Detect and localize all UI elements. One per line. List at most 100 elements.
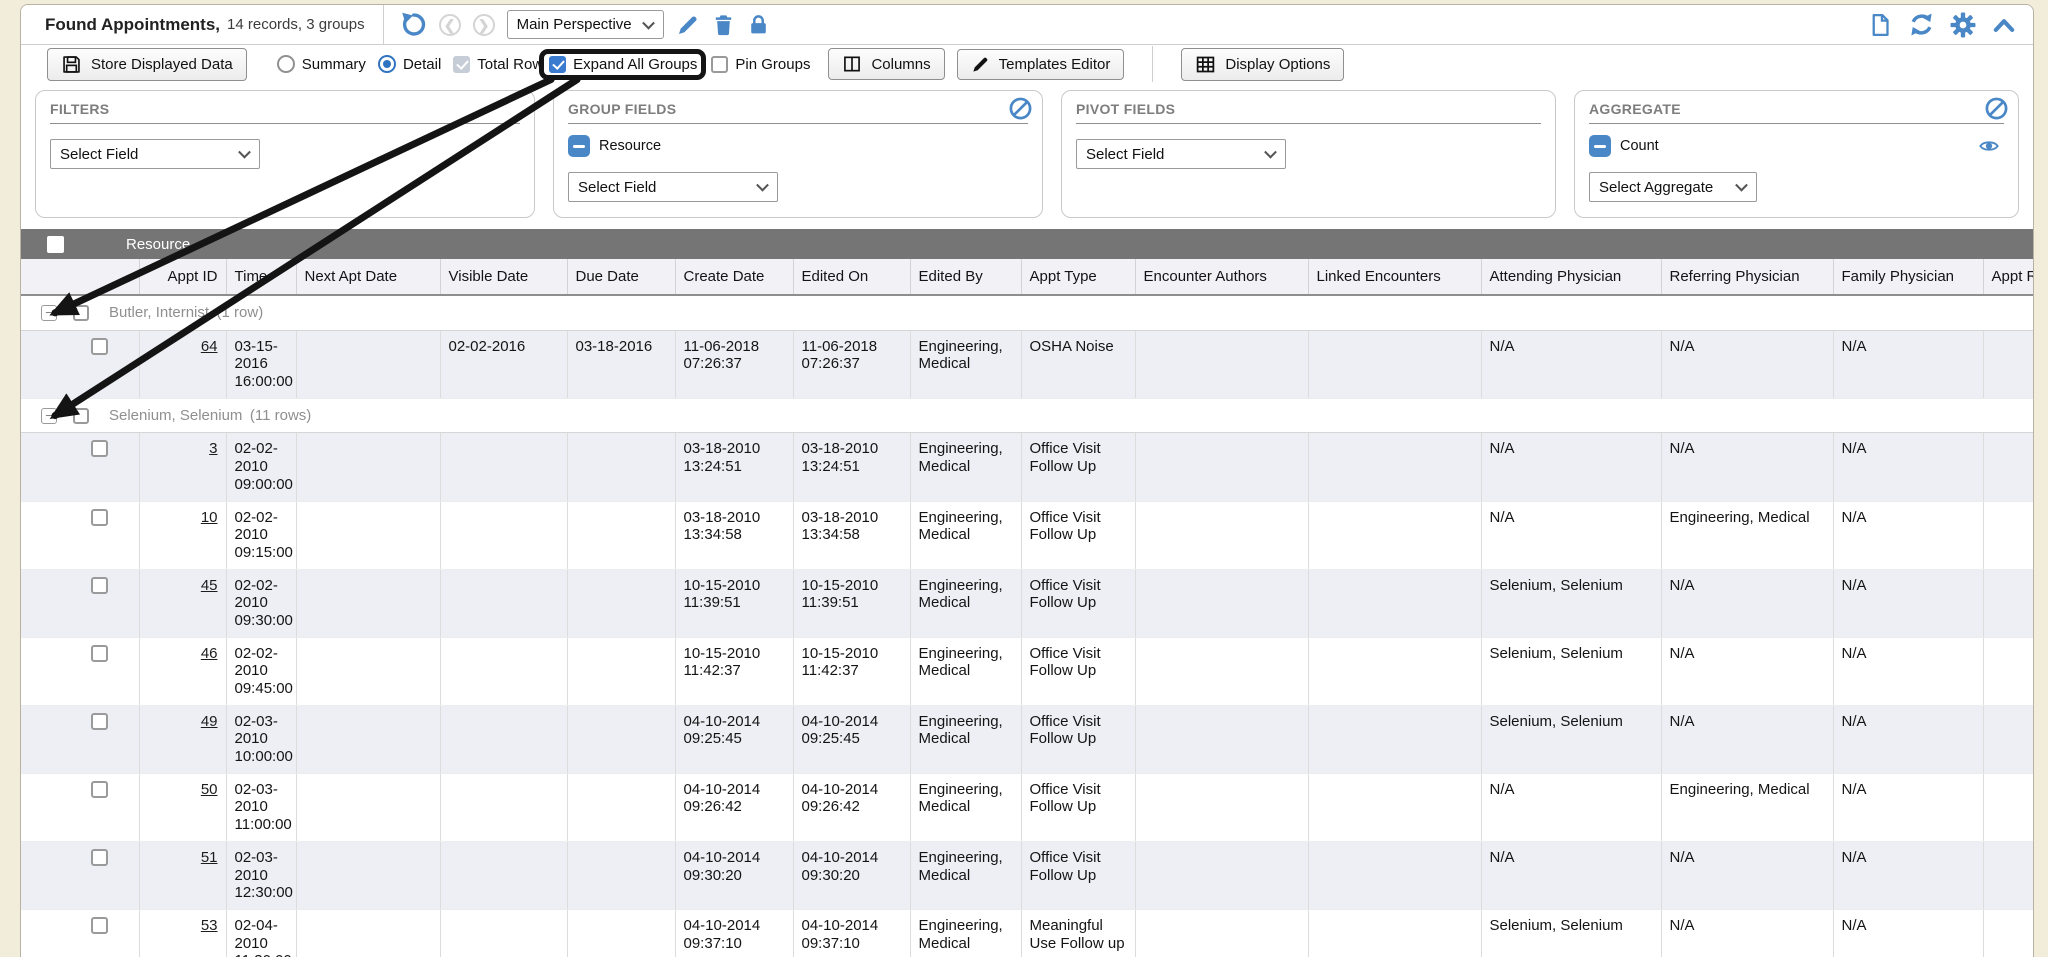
select-column-header[interactable]	[21, 259, 139, 295]
row-checkbox[interactable]	[91, 509, 108, 526]
remove-group-field-icon[interactable]	[568, 135, 590, 157]
appt-id-link[interactable]: 51	[201, 849, 218, 866]
column-header[interactable]: Next Apt Date	[296, 259, 440, 295]
summary-radio[interactable]	[277, 55, 295, 73]
appt-id-link[interactable]: 49	[201, 713, 218, 730]
group-collapse-toggle[interactable]: −	[41, 408, 57, 424]
page-title: Found Appointments,	[45, 15, 220, 35]
delete-perspective-icon[interactable]	[712, 13, 735, 37]
table-cell	[296, 433, 440, 501]
table-cell: N/A	[1661, 330, 1833, 398]
templates-editor-button[interactable]: Templates Editor	[957, 49, 1125, 80]
next-perspective-icon[interactable]: ❯	[473, 14, 495, 36]
row-checkbox[interactable]	[91, 781, 108, 798]
column-header[interactable]: Linked Encounters	[1308, 259, 1481, 295]
table-cell: Selenium, Selenium	[1481, 569, 1661, 637]
clear-group-fields-icon[interactable]	[1008, 96, 1033, 121]
table-cell: Engineering, Medical	[910, 637, 1021, 705]
row-checkbox[interactable]	[91, 645, 108, 662]
table-cell	[1983, 330, 2033, 398]
table-cell: 04-10-2014 09:37:10	[793, 909, 910, 957]
group-checkbox[interactable]	[73, 305, 89, 321]
row-checkbox[interactable]	[91, 440, 108, 457]
table-cell	[1308, 773, 1481, 841]
table-cell	[567, 841, 675, 909]
column-header[interactable]: Appt Type	[1021, 259, 1135, 295]
select-all-checkbox[interactable]	[47, 236, 64, 253]
column-header[interactable]: Appt Re	[1983, 259, 2033, 295]
expand-all-groups-checkbox[interactable]	[549, 56, 566, 73]
aggregate-select[interactable]: Select Aggregate	[1589, 172, 1757, 202]
column-header[interactable]: Family Physician	[1833, 259, 1983, 295]
table-cell	[1135, 501, 1308, 569]
appt-id-link[interactable]: 64	[201, 338, 218, 355]
row-checkbox[interactable]	[91, 577, 108, 594]
table-cell: 02-03-2010 11:00:00	[226, 773, 296, 841]
clear-aggregate-icon[interactable]	[1984, 96, 2009, 121]
eye-icon[interactable]	[1976, 135, 2002, 157]
appt-id-link[interactable]: 10	[201, 509, 218, 526]
column-header[interactable]: Create Date	[675, 259, 793, 295]
title-box: Found Appointments, 14 records, 3 groups	[21, 5, 384, 44]
column-header[interactable]: Appt ID	[139, 259, 226, 295]
appt-id-link[interactable]: 3	[209, 440, 217, 457]
prev-perspective-icon[interactable]: ❮	[439, 14, 461, 36]
pivot-field-select[interactable]: Select Field	[1076, 139, 1286, 169]
settings-gear-icon[interactable]	[1950, 12, 1976, 38]
group-checkbox[interactable]	[73, 408, 89, 424]
column-header[interactable]: Edited By	[910, 259, 1021, 295]
display-options-button[interactable]: Display Options	[1181, 48, 1344, 81]
appt-id-link[interactable]: 53	[201, 917, 218, 934]
group-field-select[interactable]: Select Field	[568, 172, 778, 202]
group-field-label: Resource	[599, 138, 661, 154]
table-row: 5302-04-2010 11:30:0004-10-2014 09:37:10…	[21, 909, 2033, 957]
main-panel: Found Appointments, 14 records, 3 groups…	[20, 4, 2034, 957]
detail-option[interactable]: Detail	[378, 55, 441, 73]
table-cell: N/A	[1661, 909, 1833, 957]
filters-panel: FILTERS Select Field	[35, 90, 535, 218]
table-cell: 04-10-2014 09:26:42	[793, 773, 910, 841]
row-checkbox[interactable]	[91, 713, 108, 730]
summary-option[interactable]: Summary	[277, 55, 366, 73]
perspective-select[interactable]: Main Perspective	[507, 10, 664, 39]
appt-id-link[interactable]: 50	[201, 781, 218, 798]
pin-groups-option[interactable]: Pin Groups	[711, 56, 810, 73]
table-cell	[1308, 569, 1481, 637]
column-header[interactable]: Attending Physician	[1481, 259, 1661, 295]
lock-perspective-icon[interactable]	[747, 13, 770, 37]
table-cell: 02-02-2010 09:00:00	[226, 433, 296, 501]
pin-groups-checkbox[interactable]	[711, 56, 728, 73]
column-header[interactable]: Referring Physician	[1661, 259, 1833, 295]
row-checkbox[interactable]	[91, 917, 108, 934]
expand-all-groups-option[interactable]: Expand All Groups	[549, 56, 697, 73]
group-label: Selenium, Selenium (11 rows)	[109, 407, 311, 425]
column-header[interactable]: Visible Date	[440, 259, 567, 295]
appt-id-link[interactable]: 45	[201, 577, 218, 594]
table-cell: Engineering, Medical	[910, 909, 1021, 957]
collapse-toolbar-icon[interactable]	[1991, 12, 2017, 38]
detail-radio[interactable]	[378, 55, 396, 73]
total-row-checkbox[interactable]	[453, 56, 470, 73]
edit-perspective-icon[interactable]	[676, 13, 700, 37]
table-cell	[1135, 909, 1308, 957]
table-cell	[567, 637, 675, 705]
row-checkbox[interactable]	[91, 849, 108, 866]
appt-id-link[interactable]: 46	[201, 645, 218, 662]
store-displayed-data-button[interactable]: Store Displayed Data	[47, 48, 247, 81]
columns-button[interactable]: Columns	[828, 48, 944, 80]
row-checkbox[interactable]	[91, 338, 108, 355]
total-row-option[interactable]: Total Row	[453, 56, 543, 73]
column-header[interactable]: Edited On	[793, 259, 910, 295]
group-collapse-toggle[interactable]: −	[41, 305, 57, 321]
table-cell	[1135, 773, 1308, 841]
refresh-icon[interactable]	[1908, 11, 1935, 38]
column-header[interactable]: Due Date	[567, 259, 675, 295]
filters-field-select[interactable]: Select Field	[50, 139, 260, 169]
export-document-icon[interactable]	[1868, 12, 1893, 38]
table-cell: 10-15-2010 11:42:37	[793, 637, 910, 705]
column-header[interactable]: Encounter Authors	[1135, 259, 1308, 295]
undo-icon[interactable]	[400, 11, 427, 38]
column-header[interactable]: Time	[226, 259, 296, 295]
table-cell	[1308, 841, 1481, 909]
remove-aggregate-icon[interactable]	[1589, 135, 1611, 157]
